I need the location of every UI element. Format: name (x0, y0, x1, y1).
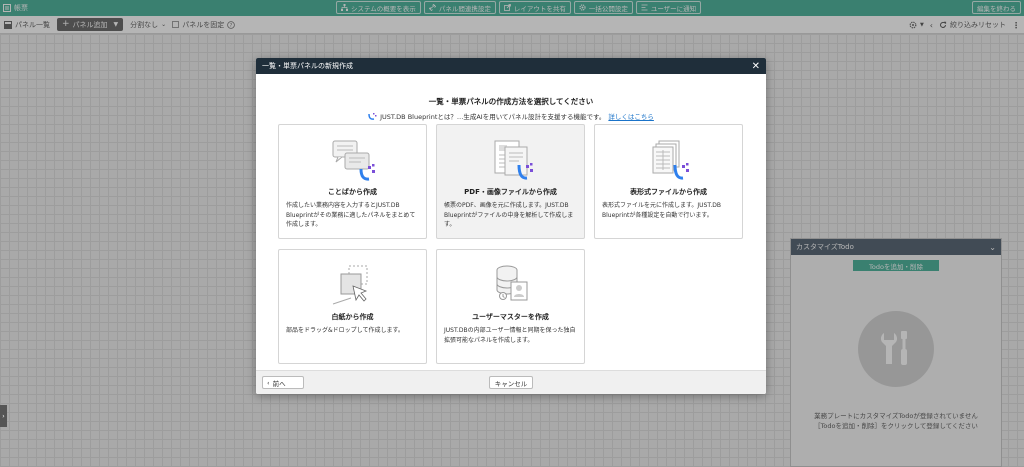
chevron-left-icon: ‹ (267, 378, 270, 387)
create-user-master-card[interactable]: ユーザーマスターを作成 JUST.DBの内部ユーザー情報と同期を保った独自拡張可… (436, 249, 585, 364)
create-from-words-title: ことばから作成 (327, 188, 378, 196)
create-from-spreadsheet-card[interactable]: 表形式ファイルから作成 表形式ファイルを元に作成します。JUST.DB Blue… (594, 124, 743, 239)
create-from-spreadsheet-title: 表形式ファイルから作成 (630, 188, 707, 196)
blueprint-logo-icon (368, 112, 377, 120)
dialog-title: 一覧・単票パネルの作成方法を選択してください (428, 97, 594, 106)
document-image-icon (437, 137, 584, 185)
create-user-master-title: ユーザーマスターを作成 (472, 313, 549, 321)
drag-drop-icon (279, 262, 426, 310)
learn-more-link[interactable]: 詳しくはこちら (608, 111, 654, 121)
dialog-subtitle: JUST.DB Blueprintとは？…生成AIを用いてパネル設計を支援する機… (256, 111, 766, 121)
create-from-pdf-image-card[interactable]: PDF・画像ファイルから作成 帳票のPDF、画像を元に作成します。JUST.DB… (436, 124, 585, 239)
create-from-pdf-image-desc: 帳票のPDF、画像を元に作成します。JUST.DB Blueprintがファイル… (444, 202, 574, 228)
chevron-right-icon: › (2, 412, 5, 420)
create-from-spreadsheet-desc: 表形式ファイルを元に作成します。JUST.DB Blueprintが各種設定を自… (602, 202, 721, 219)
previous-button-label: 前へ (272, 379, 286, 388)
cancel-button[interactable]: キャンセル (489, 376, 533, 389)
chat-bubbles-icon (279, 137, 426, 185)
create-from-blank-title: 白紙から作成 (331, 313, 374, 321)
create-from-blank-card[interactable]: 白紙から作成 部品をドラッグ&ドロップして作成します。 (278, 249, 427, 364)
create-from-pdf-image-title: PDF・画像ファイルから作成 (464, 188, 557, 196)
left-drawer-handle[interactable]: › (0, 405, 7, 427)
dialog-subtitle-text: JUST.DB Blueprintとは？…生成AIを用いてパネル設計を支援する機… (380, 113, 606, 121)
dialog-header: 一覧・単票パネルの新規作成 ✕ (256, 58, 766, 74)
create-user-master-desc: JUST.DBの内部ユーザー情報と同期を保った独自拡張可能なパネルを作成します。 (444, 327, 576, 344)
previous-button[interactable]: ‹ 前へ (262, 376, 304, 389)
spreadsheet-files-icon (595, 137, 742, 185)
dialog-header-title: 一覧・単票パネルの新規作成 (262, 62, 353, 70)
create-from-blank-desc: 部品をドラッグ&ドロップして作成します。 (286, 327, 404, 334)
database-user-icon (437, 262, 584, 310)
create-from-words-desc: 作成したい業務内容を入力するとJUST.DB Blueprintがその業務に適し… (286, 202, 416, 228)
create-from-words-card[interactable]: ことばから作成 作成したい業務内容を入力するとJUST.DB Blueprint… (278, 124, 427, 239)
dialog-footer: ‹ 前へ キャンセル (256, 370, 766, 394)
close-icon[interactable]: ✕ (752, 61, 760, 72)
new-panel-dialog: 一覧・単票パネルの新規作成 ✕ 一覧・単票パネルの作成方法を選択してください J… (256, 58, 766, 394)
